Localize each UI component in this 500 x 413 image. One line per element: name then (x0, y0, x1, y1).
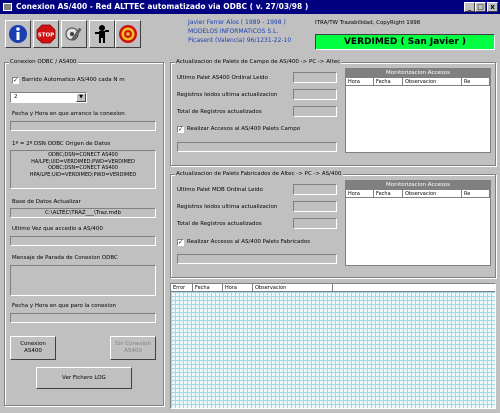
fa-col-fecha[interactable]: Fecha (374, 190, 403, 198)
user-button[interactable] (89, 20, 115, 48)
fp-col-observacion[interactable]: Observacion (403, 78, 462, 86)
minutes-value: 2 (14, 94, 18, 100)
log-col-fecha[interactable]: Fecha (193, 284, 223, 292)
fa-records-label: Registros leidos ultima actualizacion (177, 204, 278, 210)
connect-as400-button[interactable]: Conexion AS400 (10, 336, 56, 360)
fp-total-label: Total de Registros actualizados (177, 109, 262, 115)
stop-button[interactable]: STOP (33, 20, 59, 48)
fp-monitor-table[interactable]: Monitorizacion Accesos Hora Fecha Observ… (345, 68, 491, 153)
fa-realize-checkbox[interactable]: ✓ (177, 239, 184, 246)
data-sources-title: 1º = 2º DSN ODBC Origen de Datos (12, 141, 111, 147)
fa-status-field[interactable] (177, 254, 337, 264)
fa-last-pallet-label: Ultimo Palet MDB Ordinal Leido (177, 187, 263, 193)
fp-monitor-title: Monitorizacion Accesos (346, 69, 490, 78)
fa-col-observacion[interactable]: Observacion (403, 190, 462, 198)
target-button[interactable] (115, 20, 141, 48)
info-icon (9, 25, 27, 43)
last-connect-field[interactable] (10, 121, 156, 131)
address-line: Picasent (Valencia) 96/1231-22-10 (188, 37, 292, 44)
log-grid-header: Error Fecha Hora Observacion (171, 284, 495, 292)
tools-icon (65, 27, 82, 41)
svg-text:STOP: STOP (38, 33, 54, 39)
chevron-down-icon[interactable]: ▼ (76, 93, 86, 102)
log-col-observacion[interactable]: Observacion (253, 284, 333, 292)
window-titlebar: Conexion AS/400 - Red ALTTEC automatizad… (0, 0, 500, 14)
fp-total-field[interactable] (293, 106, 337, 117)
window-title: Conexion AS/400 - Red ALTTEC automatizad… (16, 2, 309, 11)
last-access-field[interactable] (10, 236, 156, 246)
view-log-label: Ver Fichero LOG (62, 374, 106, 381)
minutes-select[interactable]: 2 ▼ (10, 92, 87, 103)
stop-time-field[interactable] (10, 313, 156, 323)
author-line: Javier Ferrer Alos ( 1989 - 1998 ) (188, 19, 286, 26)
stop-time-label: Fecha y Hora en que paro la conexion (12, 303, 117, 309)
fp-records-label: Registros leidos ultima actualizacion (177, 92, 278, 98)
log-grid[interactable]: Error Fecha Hora Observacion (170, 283, 496, 409)
stop-message-label: Mensaje de Parada de Conexion ODBC (12, 255, 118, 261)
fa-realize-label: Realizar Accesos al AS/400 Palets Fabric… (187, 239, 311, 245)
stop-icon: STOP (36, 24, 56, 44)
last-connect-label: Fecha y Hora en que arranco la conexion (12, 111, 125, 117)
odbc-group-title: Conexion ODBC / AS400 (9, 59, 78, 66)
stop-message-box[interactable] (10, 265, 156, 296)
fa-monitor-table[interactable]: Monitorizacion Accesos Hora Fecha Observ… (345, 180, 491, 266)
maximize-button[interactable]: □ (475, 2, 486, 12)
fp-records-field[interactable] (293, 89, 337, 100)
fp-realize-label: Realizar Accesos al AS/400 Palets Campo (187, 126, 301, 132)
database-value: C:\ALTEC\TRAZ___\Traz.mdb (45, 210, 121, 216)
disconnect-as400-button[interactable]: Sin Conexion AS400 (110, 336, 156, 360)
fa-monitor-title: Monitorizacion Accesos (346, 181, 490, 190)
fa-last-pallet-field[interactable] (293, 184, 337, 195)
fp-last-pallet-label: Ultimo Palet AS400 Ordinal Leido (177, 75, 268, 81)
trademark-line: ITRA/TW Trazabilidad, CopyRight 1998 (315, 20, 421, 26)
disconnect-label: Sin Conexion AS400 (115, 341, 151, 354)
tools-button[interactable] (61, 20, 87, 48)
connect-label: Conexion AS400 (20, 341, 46, 354)
fp-col-fecha[interactable]: Fecha (374, 78, 403, 86)
data-sources-box[interactable]: ODBC;DSN=CONECT AS400 HA/LPE;UID=VERDIME… (10, 150, 156, 189)
fa-col-hora[interactable]: Hora (346, 190, 374, 198)
fa-total-field[interactable] (293, 218, 337, 229)
auto-sweep-label: Barrido Automatico AS/400 cada N m (22, 77, 125, 83)
person-icon (95, 25, 109, 43)
log-col-hora[interactable]: Hora (223, 284, 253, 292)
field-pallets-title: Actualizacion de Palets de Campo de AS/4… (175, 59, 342, 66)
last-access-label: Ultimo Vez que accedio a AS/400 (12, 226, 103, 232)
database-label: Base de Datos Actualizar (12, 199, 81, 205)
fa-total-label: Total de Registros actualizados (177, 221, 262, 227)
company-line: MODELOS INFORMATICOS S.L. (188, 28, 279, 35)
auto-sweep-checkbox[interactable]: ✓ (12, 77, 19, 84)
minimize-button[interactable]: _ (464, 2, 475, 12)
log-col-error[interactable]: Error (171, 284, 193, 292)
fa-col-re[interactable]: Re (462, 190, 490, 198)
fp-status-field[interactable] (177, 142, 337, 152)
site-badge: VERDIMED ( San Javier ) (315, 34, 495, 50)
fa-records-field[interactable] (293, 201, 337, 212)
data-source-line: HPA/LPE;UID=VERDIMED;PWD=VERDIMED (29, 171, 137, 178)
fp-col-hora[interactable]: Hora (346, 78, 374, 86)
app-icon (3, 3, 12, 11)
view-log-button[interactable]: Ver Fichero LOG (36, 367, 132, 389)
fp-last-pallet-field[interactable] (293, 72, 337, 83)
fp-realize-checkbox[interactable]: ✓ (177, 126, 184, 133)
fp-col-re[interactable]: Re (462, 78, 490, 86)
database-field[interactable]: C:\ALTEC\TRAZ___\Traz.mdb (10, 208, 156, 218)
target-icon (119, 25, 137, 43)
info-button[interactable] (5, 20, 31, 48)
close-button[interactable]: x (487, 2, 498, 12)
factory-pallets-title: Actualizacion de Palets Fabricados de Al… (175, 171, 343, 178)
